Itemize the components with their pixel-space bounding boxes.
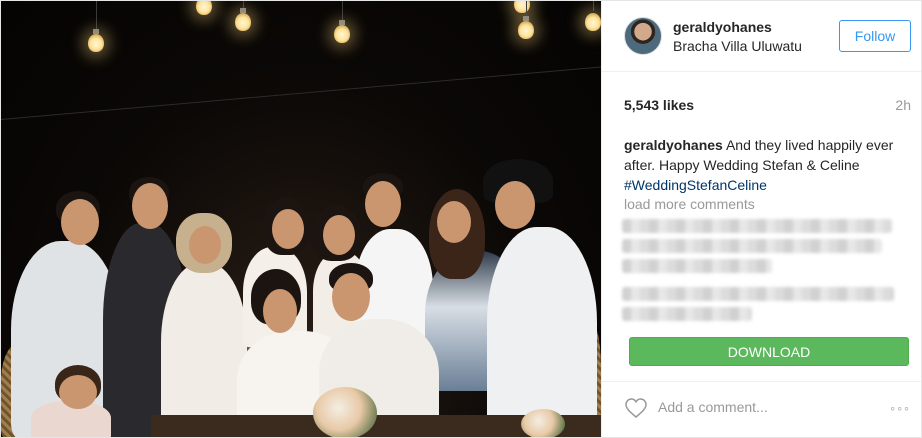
likes-count[interactable]: 5,543 likes	[624, 97, 694, 113]
flower-bouquet	[313, 387, 377, 437]
light-bulb	[514, 1, 530, 13]
post-time[interactable]: 2h	[895, 97, 911, 113]
guest-face	[365, 181, 401, 227]
flower-bouquet	[521, 409, 565, 437]
light-bulb	[196, 1, 212, 15]
username-link[interactable]: geraldyohanes	[673, 19, 772, 35]
guest	[487, 227, 597, 437]
post-header: geraldyohanes Bracha Villa Uluwatu Follo…	[602, 1, 921, 72]
guest-face	[495, 181, 535, 229]
comment-bar: ◦◦◦	[602, 381, 921, 438]
obscured-comment	[622, 219, 892, 233]
light-bulb	[334, 25, 350, 43]
location-link[interactable]: Bracha Villa Uluwatu	[673, 38, 802, 54]
bride-face	[263, 289, 297, 333]
groom-face	[332, 273, 370, 321]
light-string	[1, 64, 601, 120]
light-bulb	[88, 34, 104, 52]
obscured-comment	[622, 307, 752, 321]
avatar[interactable]	[624, 17, 662, 55]
guest-face	[323, 215, 355, 255]
guest-face	[189, 226, 221, 264]
download-button[interactable]: DOWNLOAD	[629, 337, 909, 366]
heart-icon[interactable]	[624, 396, 648, 420]
light-bulb	[235, 13, 251, 31]
light-bulb	[518, 21, 534, 39]
obscured-comment	[622, 259, 772, 273]
caption-username-link[interactable]: geraldyohanes	[624, 137, 723, 153]
obscured-comment	[622, 239, 882, 253]
post-photo[interactable]	[1, 1, 601, 437]
post-side-panel: geraldyohanes Bracha Villa Uluwatu Follo…	[601, 1, 921, 437]
post-caption: geraldyohanes And they lived happily eve…	[624, 135, 894, 195]
light-bulb	[585, 13, 601, 31]
more-options-icon[interactable]: ◦◦◦	[890, 400, 911, 416]
follow-button[interactable]: Follow	[839, 20, 911, 52]
comment-input[interactable]	[658, 394, 868, 420]
guest-face	[272, 209, 304, 249]
load-more-comments-link[interactable]: load more comments	[624, 196, 755, 212]
guest-face	[132, 183, 168, 229]
guest	[161, 263, 247, 437]
instagram-post: geraldyohanes Bracha Villa Uluwatu Follo…	[0, 0, 922, 438]
child-face	[59, 375, 97, 409]
guest-face	[437, 201, 471, 243]
hashtag-link[interactable]: #WeddingStefanCeline	[624, 177, 767, 193]
obscured-comment	[622, 287, 894, 301]
guest-face	[61, 199, 99, 245]
